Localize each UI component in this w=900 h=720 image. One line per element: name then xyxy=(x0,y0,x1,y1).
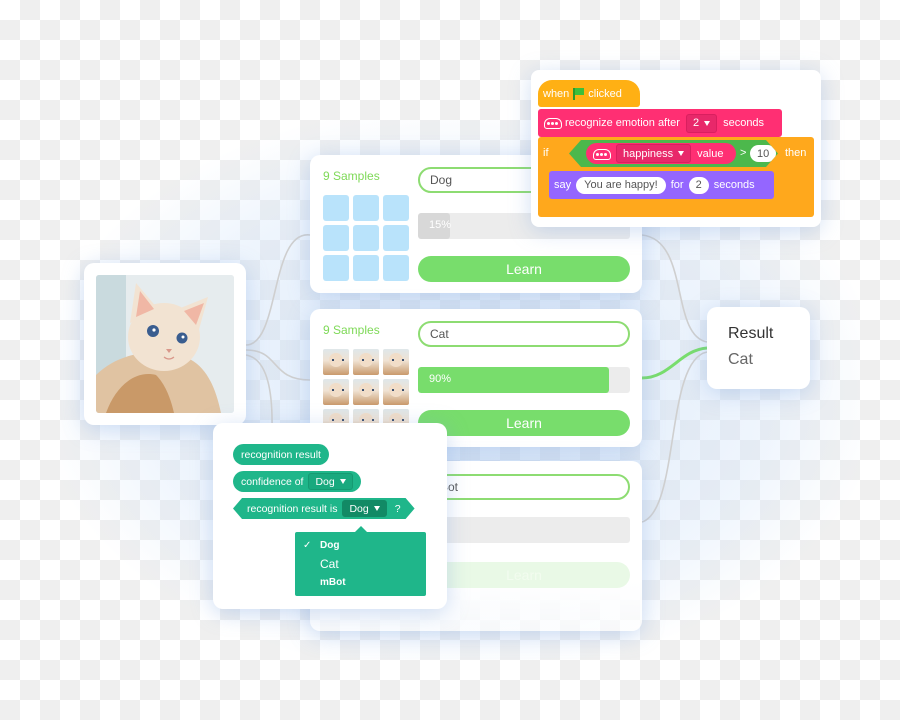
say-label: say xyxy=(554,179,572,191)
input-photo-card xyxy=(84,263,246,425)
dropdown-option-mbot[interactable]: mBot xyxy=(320,577,346,588)
green-flag-icon xyxy=(573,88,585,100)
recognition-result-reporter[interactable]: recognition result xyxy=(233,444,329,465)
emotion-type-dropdown[interactable]: happiness xyxy=(616,144,691,163)
sample-slot[interactable] xyxy=(383,255,409,281)
recognize-emotion-block[interactable]: recognize emotion after 2 seconds xyxy=(538,109,782,137)
result-class-value: Dog xyxy=(349,502,369,515)
operator-label: > xyxy=(740,147,747,159)
caret-down-icon xyxy=(704,120,711,126)
caret-down-icon xyxy=(339,479,346,484)
sample-slot[interactable] xyxy=(323,225,349,251)
result-card: Result Cat xyxy=(707,307,810,389)
result-value: Cat xyxy=(728,351,753,368)
sample-slot[interactable] xyxy=(323,255,349,281)
wire-dog-to-result xyxy=(641,234,708,343)
wire-cat-to-result xyxy=(641,346,708,380)
learn-button[interactable]: Learn xyxy=(418,410,630,436)
sample-thumbnail[interactable] xyxy=(323,379,349,405)
when-flag-clicked-block[interactable]: when clicked xyxy=(538,80,640,107)
seconds-value: 2 xyxy=(692,117,700,129)
seconds-dropdown[interactable]: 2 xyxy=(685,113,718,133)
confidence-label: confidence of xyxy=(241,475,304,488)
caret-down-icon xyxy=(678,151,684,156)
sample-slot[interactable] xyxy=(383,225,409,251)
sample-slot[interactable] xyxy=(323,195,349,221)
samples-count: 9 Samples xyxy=(323,323,380,337)
greater-than-condition[interactable]: happiness value > 10 xyxy=(569,140,778,167)
when-label: when xyxy=(543,87,570,100)
sample-thumbnail[interactable] xyxy=(383,349,409,375)
recognition-result-is-boolean[interactable]: recognition result is Dog ? xyxy=(233,498,415,519)
emotion-value-reporter[interactable]: happiness value xyxy=(586,143,736,164)
wire-photo-to-mbot xyxy=(245,354,273,431)
script-card: when clicked recognize emotion after 2 s… xyxy=(531,70,821,227)
learn-button[interactable]: Learn xyxy=(418,562,630,588)
check-icon: ✓ xyxy=(303,540,312,551)
result-is-label: recognition result is xyxy=(247,502,338,515)
sample-thumbnail[interactable] xyxy=(353,379,379,405)
result-title: Result xyxy=(728,325,774,342)
confidence-class-value: Dog xyxy=(315,475,335,488)
kitten-photo xyxy=(96,275,234,413)
say-duration-input[interactable]: 2 xyxy=(688,176,709,194)
caret-down-icon xyxy=(374,506,380,511)
say-for-seconds-block[interactable]: say You are happy! for 2 seconds xyxy=(549,171,774,199)
confidence-of-reporter[interactable]: confidence of Dog xyxy=(233,471,361,492)
say-message-input[interactable]: You are happy! xyxy=(576,176,666,194)
learn-button[interactable]: Learn xyxy=(418,256,630,282)
class-name-input[interactable]: Cat xyxy=(418,321,630,347)
recognition-blocks-card: recognition result confidence of Dog rec… xyxy=(213,423,447,609)
clicked-label: clicked xyxy=(588,87,622,100)
value-label: value xyxy=(697,147,724,160)
wire-photo-to-dog xyxy=(245,234,311,346)
ai-cloud-icon xyxy=(592,148,610,160)
for-label: for xyxy=(670,179,684,191)
sample-slot[interactable] xyxy=(353,195,379,221)
if-label: if xyxy=(543,147,549,159)
progress-label: 90% xyxy=(429,373,452,385)
emotion-block-label: recognize emotion after xyxy=(565,117,680,129)
sample-slot[interactable] xyxy=(353,225,379,251)
then-label: then xyxy=(785,147,807,159)
wire-photo-to-cat xyxy=(245,349,311,381)
training-progress-bar: 90% xyxy=(418,367,630,393)
confidence-class-dropdown[interactable]: Dog xyxy=(308,473,353,490)
sample-slot[interactable] xyxy=(383,195,409,221)
class-name-input[interactable]: mBot xyxy=(418,474,630,500)
training-progress-bar xyxy=(418,517,630,543)
dropdown-option-dog[interactable]: Dog xyxy=(320,540,339,551)
say-seconds-label: seconds xyxy=(713,179,755,191)
progress-label: 15% xyxy=(429,219,452,231)
emotion-type-value: happiness xyxy=(623,147,674,160)
seconds-label: seconds xyxy=(723,117,765,129)
class-dropdown-menu: ✓ Dog Cat mBot xyxy=(295,526,426,596)
result-class-dropdown[interactable]: Dog xyxy=(342,500,386,517)
ai-cloud-icon xyxy=(543,117,562,129)
sample-slot[interactable] xyxy=(353,255,379,281)
sample-grid xyxy=(323,195,409,281)
samples-count: 9 Samples xyxy=(323,169,380,183)
sample-thumbnail[interactable] xyxy=(383,379,409,405)
kitten-illustration xyxy=(96,275,234,413)
dropdown-option-cat[interactable]: Cat xyxy=(320,557,339,571)
compare-value-input[interactable]: 10 xyxy=(750,145,776,162)
sample-thumbnail[interactable] xyxy=(323,349,349,375)
sample-thumbnail[interactable] xyxy=(353,349,379,375)
question-mark: ? xyxy=(394,502,401,515)
